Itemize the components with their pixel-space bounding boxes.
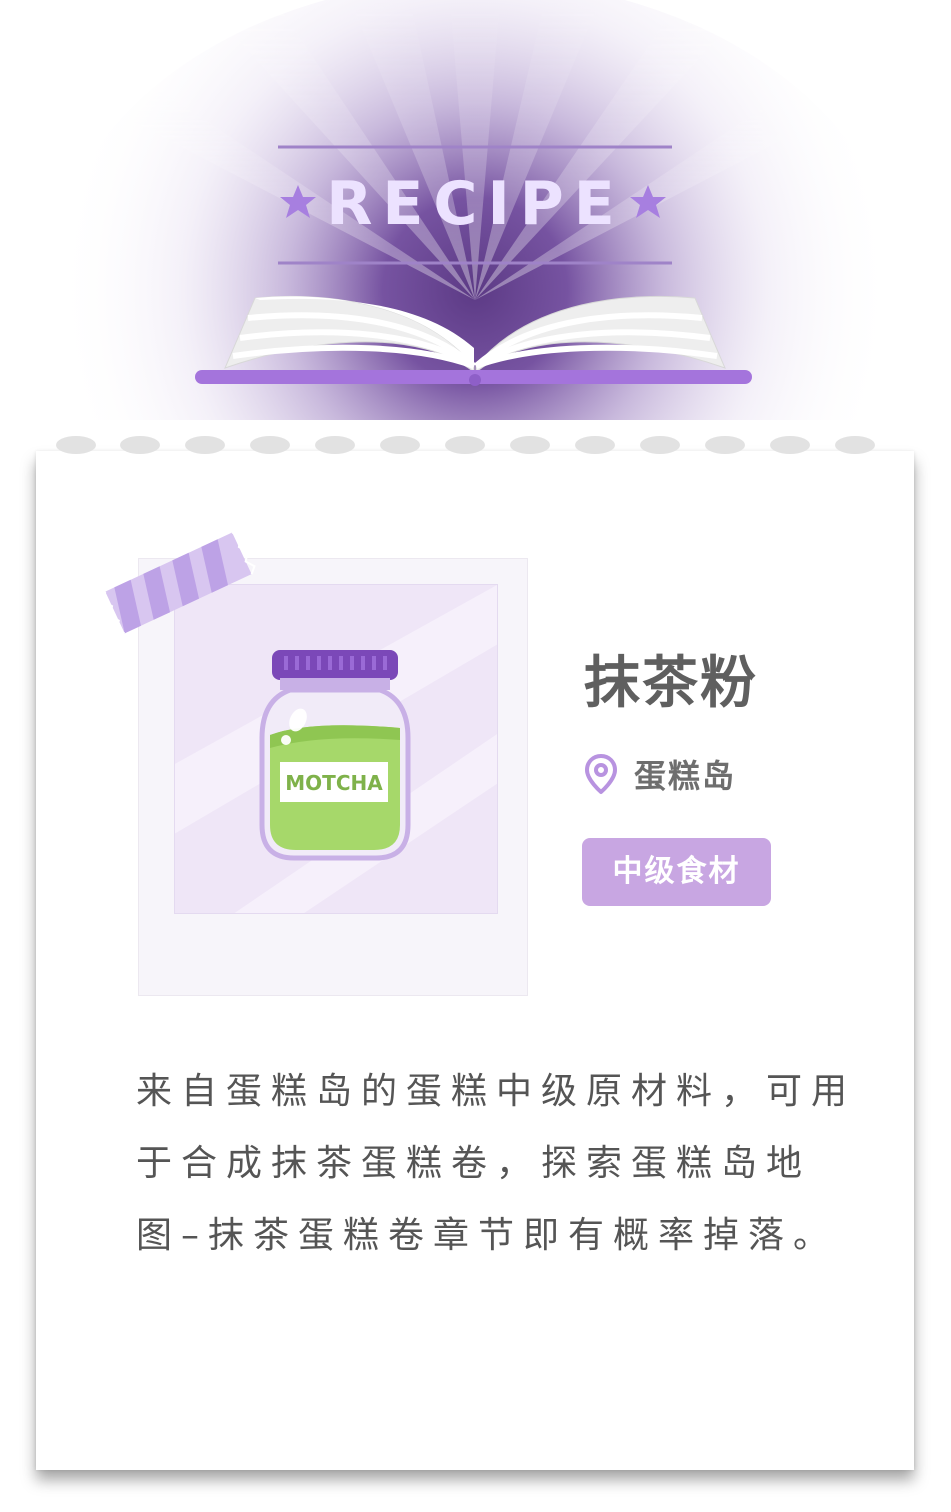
recipe-title: RECIPE	[326, 169, 625, 239]
card-scalloped-edge	[36, 436, 914, 471]
recipe-page: RECIPE MOTCHA 抹茶粉 蛋糕岛 中级食材 来自蛋糕岛的蛋糕中级原材料…	[0, 0, 951, 1512]
description-line: 图–抹茶蛋糕卷章节即有概率掉落。	[136, 1215, 839, 1256]
item-location: 蛋糕岛	[584, 752, 736, 796]
item-level-badge: 中级食材	[582, 838, 771, 906]
description-line: 来自蛋糕岛的蛋糕中级原材料，可用	[136, 1071, 857, 1112]
location-pin-icon	[585, 754, 617, 794]
matcha-jar-icon: MOTCHA	[259, 650, 411, 861]
item-description: 来自蛋糕岛的蛋糕中级原材料，可用 于合成抹茶蛋糕卷，探索蛋糕岛地 图–抹茶蛋糕卷…	[136, 1056, 857, 1272]
item-name: 抹茶粉	[584, 651, 758, 716]
location-text: 蛋糕岛	[634, 757, 737, 795]
description-line: 于合成抹茶蛋糕卷，探索蛋糕岛地	[136, 1143, 812, 1184]
jar-label: MOTCHA	[285, 771, 383, 795]
tape-decoration	[102, 531, 256, 635]
